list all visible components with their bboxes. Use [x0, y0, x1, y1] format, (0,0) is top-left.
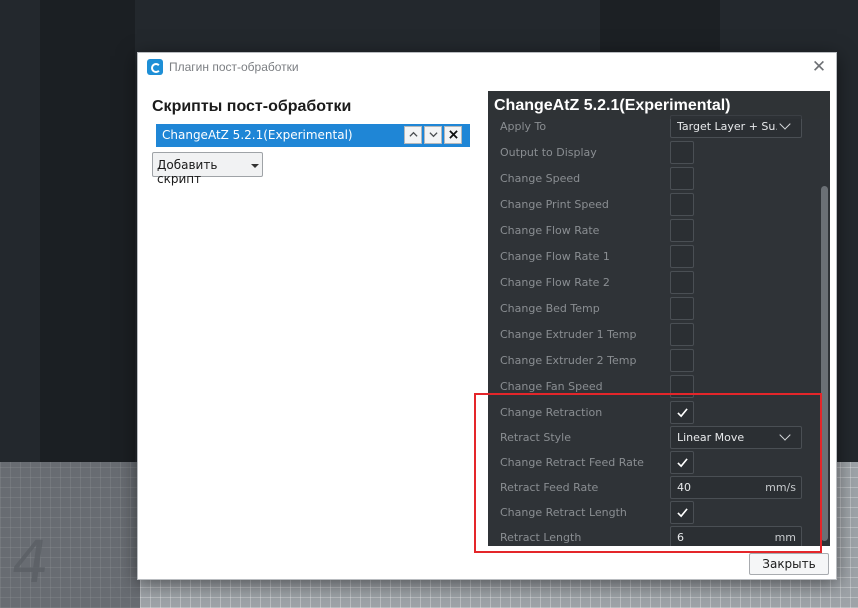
setting-row-retract-style: Retract Style Linear Move: [488, 426, 818, 450]
chevron-down-icon: [779, 118, 791, 130]
setting-checkbox[interactable]: [670, 323, 694, 346]
setting-checkbox[interactable]: [670, 375, 694, 398]
setting-label: Change Fan Speed: [500, 380, 603, 393]
setting-row-output-to-display: Output to Display: [488, 141, 818, 165]
setting-label: Change Extruder 2 Temp: [500, 354, 637, 367]
setting-checkbox[interactable]: [670, 193, 694, 216]
chevron-up-icon: [408, 131, 418, 137]
setting-checkbox[interactable]: [670, 219, 694, 242]
chevron-down-icon: [779, 429, 791, 441]
dialog-titlebar: Плагин пост-обработки ✕: [138, 53, 836, 82]
chevron-down-icon: [428, 132, 438, 138]
setting-row-change-speed: Change Speed: [488, 167, 818, 191]
add-script-button[interactable]: Добавить скрипт: [152, 152, 263, 186]
setting-row-change-print-speed: Change Print Speed: [488, 193, 818, 217]
setting-label: Change Bed Temp: [500, 302, 600, 315]
add-script-label: Добавить скрипт: [157, 158, 218, 186]
viewport-object-left: [40, 0, 135, 470]
setting-checkbox[interactable]: [670, 271, 694, 294]
move-up-button[interactable]: [404, 126, 422, 144]
input-value: 40: [677, 481, 691, 494]
setting-checkbox[interactable]: [670, 141, 694, 164]
move-down-button[interactable]: [424, 126, 442, 144]
dropdown-caret-icon: [251, 164, 259, 168]
setting-checkbox[interactable]: [670, 245, 694, 268]
setting-row-change-fan-speed: Change Fan Speed: [488, 375, 818, 399]
setting-label: Retract Feed Rate: [500, 481, 599, 494]
remove-script-button[interactable]: [444, 126, 462, 144]
setting-dropdown[interactable]: Linear Move: [670, 426, 802, 449]
setting-checkbox[interactable]: [670, 297, 694, 320]
setting-checkbox[interactable]: [670, 349, 694, 372]
setting-label: Retract Length: [500, 531, 582, 544]
setting-label: Apply To: [500, 120, 547, 133]
setting-row-change-flow-rate: Change Flow Rate: [488, 219, 818, 243]
settings-scrollbar-thumb[interactable]: [821, 186, 828, 541]
dropdown-value: Target Layer + Su...: [677, 120, 777, 133]
setting-checkbox[interactable]: [670, 401, 694, 424]
setting-row-change-retract-length: Change Retract Length: [488, 501, 818, 525]
dialog-title: Плагин пост-обработки: [169, 60, 299, 74]
setting-label: Change Print Speed: [500, 198, 609, 211]
checkmark-icon: [677, 408, 688, 418]
settings-title: ChangeAtZ 5.2.1(Experimental): [494, 97, 731, 114]
setting-label: Change Retract Feed Rate: [500, 456, 644, 469]
input-value: 6: [677, 531, 684, 544]
close-button[interactable]: Закрыть: [749, 553, 829, 575]
setting-label: Change Extruder 1 Temp: [500, 328, 637, 341]
setting-row-retract-length: Retract Length 6 mm: [488, 526, 818, 546]
remove-icon: [448, 130, 458, 139]
setting-row-change-bed-temp: Change Bed Temp: [488, 297, 818, 321]
close-icon[interactable]: ✕: [810, 58, 828, 76]
script-item-label: ChangeAtZ 5.2.1(Experimental): [162, 128, 353, 142]
setting-row-retract-feed-rate: Retract Feed Rate 40 mm/s: [488, 476, 818, 500]
setting-label: Change Retraction: [500, 406, 603, 419]
setting-number-input[interactable]: 40 mm/s: [670, 476, 802, 499]
setting-label: Change Flow Rate: [500, 224, 600, 237]
input-unit: mm: [774, 531, 796, 544]
checkmark-icon: [677, 458, 688, 468]
setting-label: Output to Display: [500, 146, 597, 159]
setting-row-change-flow-rate-2: Change Flow Rate 2: [488, 271, 818, 295]
setting-checkbox[interactable]: [670, 167, 694, 190]
setting-checkbox[interactable]: [670, 501, 694, 524]
input-unit: mm/s: [765, 481, 796, 494]
setting-row-change-extruder-1-temp: Change Extruder 1 Temp: [488, 323, 818, 347]
setting-label: Change Flow Rate 2: [500, 276, 610, 289]
cura-logo-icon: [147, 59, 163, 75]
setting-row-change-retract-feed-rate: Change Retract Feed Rate: [488, 451, 818, 475]
setting-row-change-flow-rate-1: Change Flow Rate 1: [488, 245, 818, 269]
setting-number-input[interactable]: 6 mm: [670, 526, 802, 546]
setting-row-change-extruder-2-temp: Change Extruder 2 Temp: [488, 349, 818, 373]
post-processing-dialog: Плагин пост-обработки ✕ Скрипты пост-обр…: [137, 52, 837, 580]
checkmark-icon: [677, 508, 688, 518]
script-list-item[interactable]: ChangeAtZ 5.2.1(Experimental): [156, 124, 470, 147]
scripts-heading: Скрипты пост-обработки: [152, 98, 352, 115]
setting-label: Change Flow Rate 1: [500, 250, 610, 263]
setting-checkbox[interactable]: [670, 451, 694, 474]
setting-label: Change Retract Length: [500, 506, 627, 519]
setting-row-change-retraction: Change Retraction: [488, 401, 818, 425]
setting-label: Retract Style: [500, 431, 571, 444]
setting-label: Change Speed: [500, 172, 581, 185]
settings-list: Apply To Target Layer + Su... Output to Di…: [488, 91, 818, 546]
script-settings-pane: Apply To Target Layer + Su... Output to Di…: [488, 91, 830, 546]
dropdown-value: Linear Move: [677, 431, 745, 444]
